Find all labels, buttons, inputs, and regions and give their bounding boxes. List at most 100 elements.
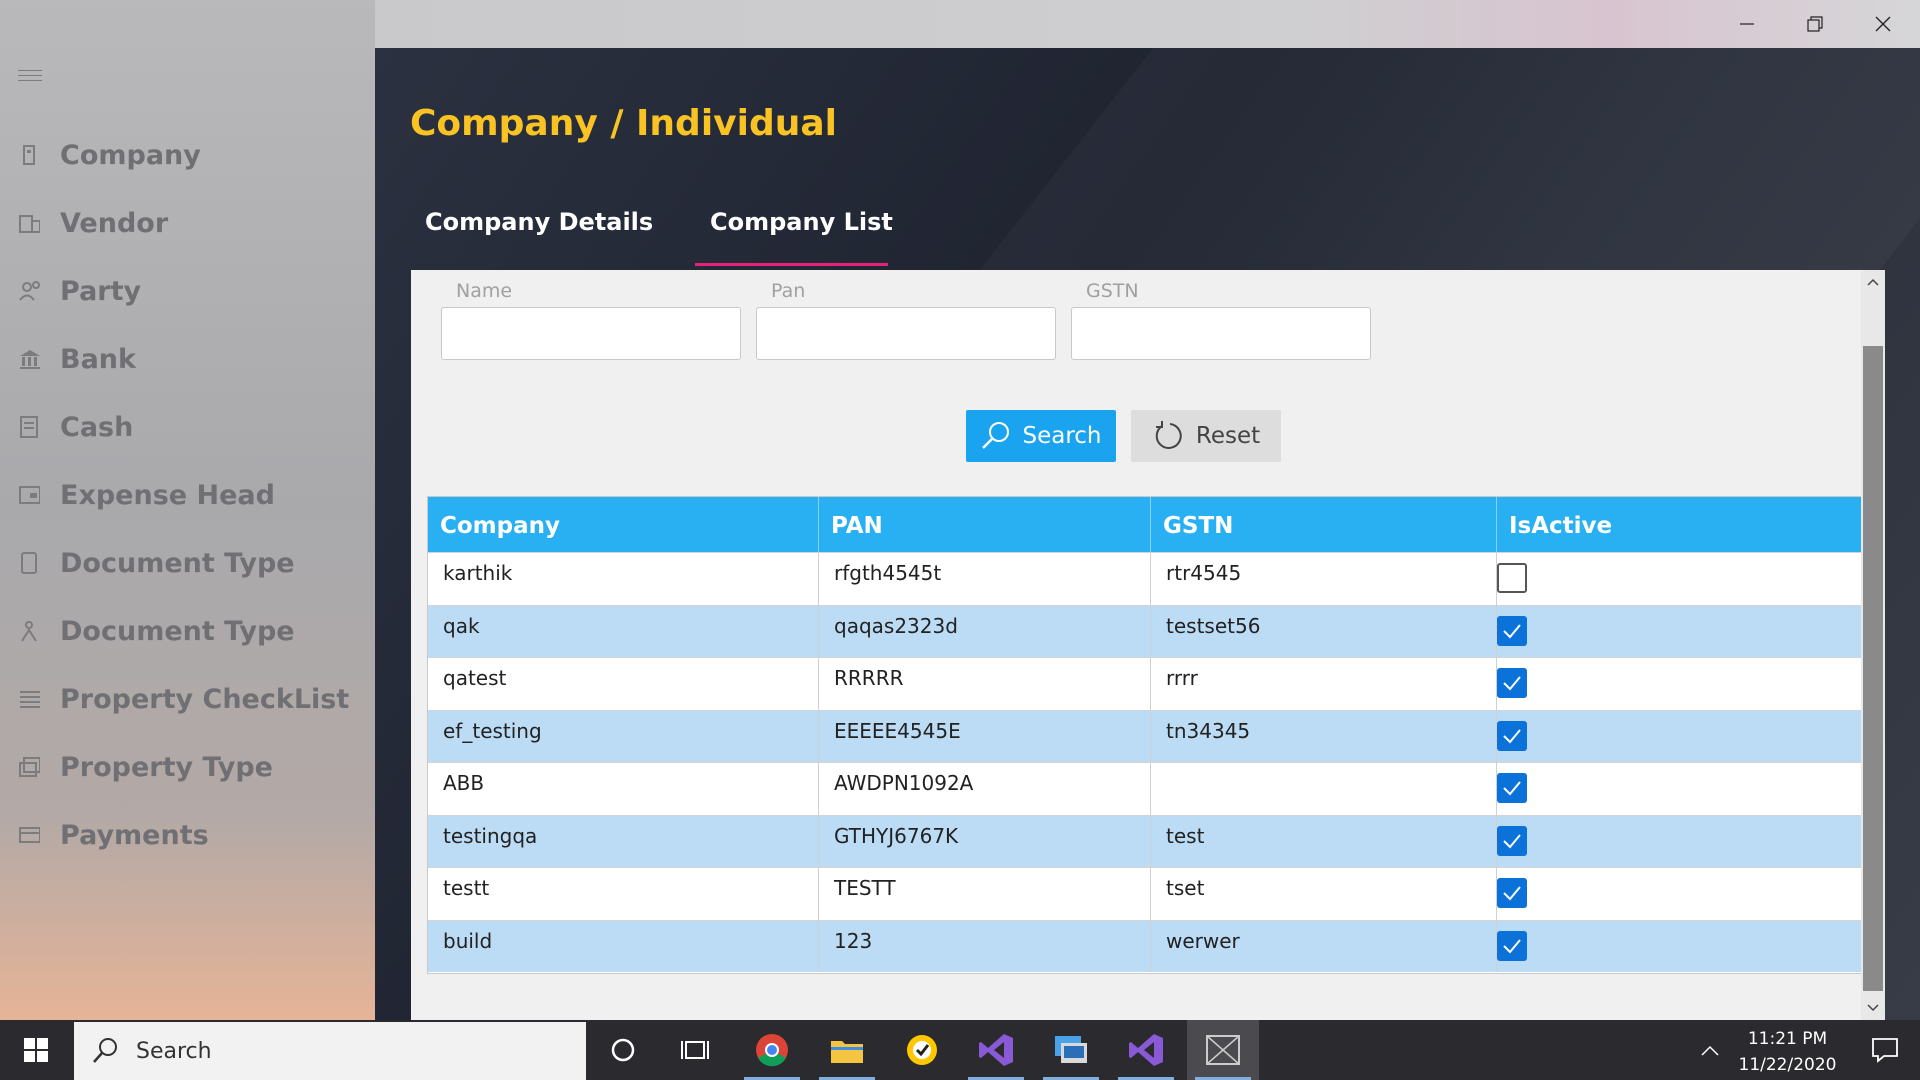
isactive-checkbox[interactable] bbox=[1497, 563, 1527, 593]
reset-icon bbox=[1155, 421, 1182, 449]
people-icon bbox=[18, 280, 40, 302]
company-cell: qatest bbox=[428, 658, 819, 710]
pan-cell: AWDPN1092A bbox=[819, 763, 1151, 815]
show-hidden-icons-button[interactable] bbox=[1690, 1020, 1730, 1080]
task-view-button[interactable] bbox=[659, 1020, 731, 1080]
chevron-up-icon bbox=[1701, 1045, 1719, 1056]
gstn-cell: rrrr bbox=[1151, 658, 1497, 710]
table-row[interactable]: build 123 werwer bbox=[428, 919, 1862, 972]
tab-company-details[interactable]: Company Details bbox=[425, 208, 653, 236]
windows-logo-icon bbox=[24, 1038, 48, 1062]
taskbar-clock[interactable]: 11:21 PM 11/22/2020 bbox=[1730, 1026, 1845, 1078]
sidebar-item-payments[interactable]: Payments bbox=[0, 807, 375, 863]
company-cell: testingqa bbox=[428, 815, 819, 867]
close-button[interactable] bbox=[1849, 0, 1917, 48]
column-header-pan[interactable]: PAN bbox=[819, 497, 1151, 552]
card-icon bbox=[18, 824, 40, 846]
company-cell: build bbox=[428, 920, 819, 972]
gstn-input[interactable] bbox=[1071, 307, 1371, 360]
isactive-cell bbox=[1497, 553, 1862, 605]
document-icon bbox=[18, 552, 40, 574]
checkmark-icon bbox=[1503, 676, 1521, 691]
company-table: Company PAN GSTN IsActive karthik rfgth4… bbox=[427, 496, 1863, 974]
isactive-checkbox[interactable] bbox=[1497, 825, 1527, 856]
sidebar-item-expense-head[interactable]: Expense Head bbox=[0, 467, 375, 523]
scroll-thumb[interactable] bbox=[1863, 346, 1883, 991]
sidebar-item-document-type[interactable]: Document Type bbox=[0, 535, 375, 591]
table-row[interactable]: qatest RRRRR rrrr bbox=[428, 657, 1862, 710]
isactive-checkbox[interactable] bbox=[1497, 615, 1527, 646]
table-row[interactable]: testingqa GTHYJ6767K test bbox=[428, 814, 1862, 867]
column-header-gstn[interactable]: GSTN bbox=[1151, 497, 1497, 552]
isactive-cell bbox=[1497, 658, 1862, 710]
property-icon bbox=[18, 756, 40, 778]
restore-button[interactable] bbox=[1781, 0, 1849, 48]
column-header-company[interactable]: Company bbox=[428, 497, 819, 552]
clock-date: 11/22/2020 bbox=[1738, 1055, 1837, 1075]
hamburger-menu-icon[interactable] bbox=[18, 70, 42, 84]
sidebar-item-label: Document Type bbox=[60, 547, 295, 579]
gstn-cell: tset bbox=[1151, 868, 1497, 920]
action-center-button[interactable] bbox=[1850, 1020, 1920, 1080]
company-cell: qak bbox=[428, 605, 819, 657]
pan-input[interactable] bbox=[756, 307, 1056, 360]
taskbar-app-chrome[interactable] bbox=[736, 1020, 808, 1080]
cortana-button[interactable] bbox=[587, 1020, 659, 1080]
isactive-checkbox[interactable] bbox=[1497, 773, 1527, 803]
sidebar-item-cash[interactable]: Cash bbox=[0, 399, 375, 455]
scroll-down-button[interactable] bbox=[1861, 996, 1885, 1020]
taskbar-app-active-window[interactable] bbox=[1187, 1020, 1259, 1080]
tab-company-list[interactable]: Company List bbox=[710, 208, 893, 236]
minimize-button[interactable] bbox=[1713, 0, 1781, 48]
notification-icon bbox=[1872, 1038, 1898, 1063]
sidebar-item-label: Company bbox=[60, 139, 201, 171]
isactive-checkbox[interactable] bbox=[1497, 668, 1527, 698]
checkmark-icon bbox=[1503, 781, 1521, 796]
sidebar-item-bank[interactable]: Bank bbox=[0, 331, 375, 387]
search-icon bbox=[93, 1038, 117, 1063]
remote-desktop-icon bbox=[1055, 1036, 1087, 1063]
table-row[interactable]: ABB AWDPN1092A bbox=[428, 762, 1862, 815]
taskbar-search-box[interactable]: Search bbox=[74, 1022, 586, 1080]
column-header-isactive[interactable]: IsActive bbox=[1497, 497, 1862, 552]
sidebar-item-property-type[interactable]: Property Type bbox=[0, 739, 375, 795]
isactive-checkbox[interactable] bbox=[1497, 930, 1527, 961]
table-header: Company PAN GSTN IsActive bbox=[428, 497, 1862, 552]
sidebar-item-label: Document Type bbox=[60, 615, 295, 647]
table-row[interactable]: qak qaqas2323d testset56 bbox=[428, 604, 1862, 658]
taskbar-app-remote-desktop[interactable] bbox=[1035, 1020, 1107, 1080]
isactive-checkbox[interactable] bbox=[1497, 720, 1527, 751]
receipt-icon bbox=[18, 484, 40, 506]
sidebar-item-vendor[interactable]: Vendor bbox=[0, 195, 375, 251]
company-cell: ABB bbox=[428, 763, 819, 815]
table-row[interactable]: ef_testing EEEEE4545E tn34345 bbox=[428, 709, 1862, 762]
clock-time: 11:21 PM bbox=[1747, 1029, 1828, 1049]
isactive-cell bbox=[1497, 606, 1862, 658]
company-cell: testt bbox=[428, 868, 819, 920]
start-button[interactable] bbox=[0, 1020, 72, 1080]
sidebar-item-property-checklist[interactable]: Property CheckList bbox=[0, 671, 375, 727]
checkmark-icon bbox=[1503, 728, 1521, 743]
taskbar-app-visual-studio[interactable] bbox=[960, 1020, 1032, 1080]
sidebar-item-company[interactable]: Company bbox=[0, 127, 375, 183]
sidebar-item-label: Cash bbox=[60, 411, 134, 443]
reset-button[interactable]: Reset bbox=[1131, 410, 1281, 462]
taskbar-app-file-explorer[interactable] bbox=[811, 1020, 883, 1080]
checkmark-icon bbox=[1503, 833, 1521, 848]
sidebar-item-party[interactable]: Party bbox=[0, 263, 375, 319]
window-title-bar bbox=[375, 0, 1920, 48]
sidebar-item-document-type-2[interactable]: Document Type bbox=[0, 603, 375, 659]
vertical-scrollbar[interactable] bbox=[1861, 270, 1885, 1020]
taskbar-app-norton[interactable] bbox=[886, 1020, 958, 1080]
taskbar-app-visual-studio-2[interactable] bbox=[1110, 1020, 1182, 1080]
table-row[interactable]: testt TESTT tset bbox=[428, 867, 1862, 920]
table-row[interactable]: karthik rfgth4545t rtr4545 bbox=[428, 552, 1862, 605]
isactive-cell bbox=[1497, 868, 1862, 920]
taskbar-search-label: Search bbox=[136, 1038, 212, 1064]
scroll-up-button[interactable] bbox=[1861, 270, 1885, 294]
name-input[interactable] bbox=[441, 307, 741, 360]
isactive-checkbox[interactable] bbox=[1497, 878, 1527, 908]
search-button[interactable]: Search bbox=[966, 410, 1116, 462]
sidebar: Company Vendor Party Bank Cash Expense H… bbox=[0, 0, 375, 1020]
main-content: Company / Individual Company Details Com… bbox=[375, 48, 1920, 1020]
